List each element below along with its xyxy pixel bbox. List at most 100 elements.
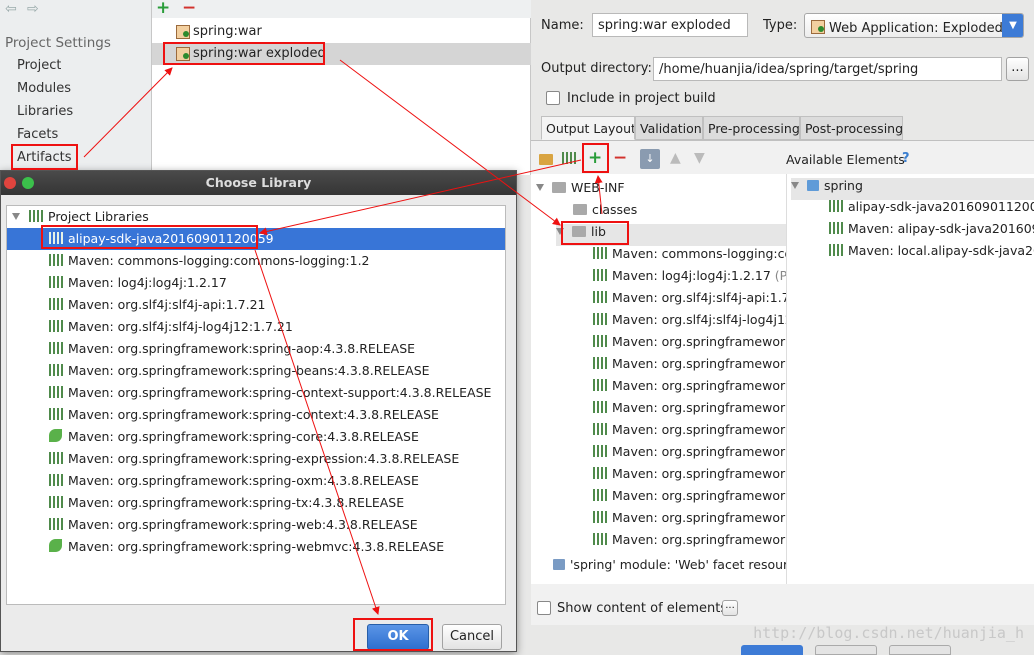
tab-post-processing[interactable]: Post-processing — [800, 116, 903, 140]
sort-icon[interactable]: ↓ — [640, 149, 660, 169]
available-item[interactable]: Maven: local.alipay-sdk-java2016 — [829, 243, 1034, 265]
move-down-icon[interactable]: ▼ — [694, 150, 705, 166]
lib-item[interactable]: Maven: org.springframework: — [593, 334, 797, 356]
lib-item-label: Maven: commons-logging:cor — [612, 246, 798, 261]
module-icon — [807, 180, 819, 191]
artifact-item-war-exploded[interactable]: spring:war exploded — [152, 43, 531, 65]
library-row[interactable]: Maven: org.springframework:spring-web:4.… — [7, 514, 505, 536]
lib-item-label: Maven: org.springframework: — [612, 444, 797, 459]
library-label: Maven: org.slf4j:slf4j-api:1.7.21 — [68, 297, 266, 312]
lib-item[interactable]: Maven: org.slf4j:slf4j-api:1.7.2 — [593, 290, 802, 312]
add-copy-icon[interactable]: + — [588, 150, 602, 167]
library-icon — [593, 533, 607, 545]
library-icon — [829, 200, 843, 212]
library-icon — [49, 298, 63, 310]
lib-item[interactable]: Maven: org.springframework: — [593, 444, 797, 466]
library-root[interactable]: Project Libraries — [7, 206, 505, 228]
type-value: Web Application: Exploded — [829, 21, 1003, 36]
library-row[interactable]: Maven: commons-logging:commons-logging:1… — [7, 250, 505, 272]
lib-item[interactable]: Maven: org.springframework: — [593, 378, 797, 400]
ok-button[interactable]: OK — [367, 624, 429, 650]
browse-button[interactable]: ... — [1006, 57, 1029, 81]
available-node-spring[interactable]: spring — [791, 178, 1034, 200]
artifact-item-war[interactable]: spring:war — [152, 21, 531, 43]
tree-node-facet-resource[interactable]: 'spring' module: 'Web' facet resource — [553, 557, 802, 579]
back-arrow-icon[interactable]: ⇦ — [5, 1, 17, 17]
sidebar-item-artifacts[interactable]: Artifacts — [17, 150, 72, 165]
add-artifact-icon[interactable]: + — [156, 0, 170, 17]
sidebar-item-modules[interactable]: Modules — [17, 81, 71, 96]
library-row[interactable]: Maven: org.springframework:spring-beans:… — [7, 360, 505, 382]
output-dir-field[interactable]: /home/huanjia/idea/spring/target/spring — [653, 57, 1002, 81]
move-up-icon[interactable]: ▲ — [670, 150, 681, 166]
include-build-checkbox[interactable] — [546, 91, 560, 105]
library-icon — [593, 511, 607, 523]
library-row[interactable]: Maven: org.springframework:spring-aop:4.… — [7, 338, 505, 360]
tab-output-layout[interactable]: Output Layout — [541, 116, 635, 140]
show-content-options-button[interactable]: ... — [722, 600, 738, 616]
chevron-down-icon[interactable]: ▼ — [1002, 14, 1023, 37]
partial-ok-button[interactable] — [741, 645, 803, 655]
available-item[interactable]: Maven: alipay-sdk-java20160901 — [829, 221, 1034, 243]
lib-item[interactable]: Maven: org.slf4j:slf4j-log4j12:1 — [593, 312, 805, 334]
type-combo[interactable]: Web Application: Exploded ▼ — [804, 13, 1024, 38]
output-layout-tree: WEB-INF classes lib Maven: commons-loggi… — [531, 174, 805, 584]
remove-element-icon[interactable]: − — [613, 150, 627, 167]
library-icon — [49, 496, 63, 508]
new-directory-icon[interactable] — [539, 154, 553, 165]
partial-cancel-button[interactable] — [815, 645, 877, 655]
tree-label: lib — [591, 224, 606, 239]
lib-item[interactable]: Maven: org.springframework: — [593, 400, 797, 422]
lib-item[interactable]: Maven: org.springframework: — [593, 532, 797, 554]
library-icon — [593, 445, 607, 457]
lib-item[interactable]: Maven: org.springframework: — [593, 422, 797, 444]
lib-item[interactable]: Maven: org.springframework: — [593, 466, 797, 488]
library-row[interactable]: Maven: org.springframework:spring-core:4… — [7, 426, 505, 448]
module-icon — [553, 559, 565, 570]
lib-item[interactable]: Maven: org.springframework: — [593, 488, 797, 510]
close-window-icon[interactable] — [4, 177, 16, 189]
library-row[interactable]: Maven: org.springframework:spring-tx:4.3… — [7, 492, 505, 514]
help-icon[interactable]: ? — [902, 151, 910, 166]
forward-arrow-icon[interactable]: ⇨ — [27, 1, 39, 17]
sidebar-item-libraries[interactable]: Libraries — [17, 104, 73, 119]
library-label: Maven: org.springframework:spring-core:4… — [68, 429, 419, 444]
library-row[interactable]: Maven: org.springframework:spring-webmvc… — [7, 536, 505, 558]
lib-item[interactable]: Maven: commons-logging:cor — [593, 246, 797, 268]
sidebar-item-facets[interactable]: Facets — [17, 127, 58, 142]
available-item[interactable]: alipay-sdk-java20160901120059 — [829, 199, 1034, 221]
tree-node-classes[interactable]: classes — [573, 202, 637, 224]
folder-icon — [572, 226, 586, 237]
library-row[interactable]: Maven: org.springframework:spring-contex… — [7, 382, 505, 404]
tree-node-lib[interactable]: lib — [556, 224, 786, 246]
library-root-label: Project Libraries — [48, 209, 149, 224]
library-icon — [593, 467, 607, 479]
library-icon — [593, 269, 607, 281]
library-row[interactable]: Maven: org.slf4j:slf4j-log4j12:1.7.21 — [7, 316, 505, 338]
lib-item-label: Maven: log4j:log4j:1.2.17 — [612, 268, 771, 283]
create-archive-icon[interactable] — [562, 152, 576, 164]
library-row-selected[interactable]: alipay-sdk-java20160901120059 — [7, 228, 505, 250]
type-label: Type: — [763, 18, 798, 33]
cancel-button[interactable]: Cancel — [442, 624, 502, 650]
maximize-window-icon[interactable] — [22, 177, 34, 189]
lib-item[interactable]: Maven: org.springframework: — [593, 356, 797, 378]
tab-validation[interactable]: Validation — [635, 116, 703, 140]
library-row[interactable]: Maven: org.springframework:spring-oxm:4.… — [7, 470, 505, 492]
library-label: Maven: org.springframework:spring-expres… — [68, 451, 460, 466]
library-row[interactable]: Maven: org.springframework:spring-contex… — [7, 404, 505, 426]
sidebar-item-project[interactable]: Project — [17, 58, 61, 73]
library-row[interactable]: Maven: log4j:log4j:1.2.17 — [7, 272, 505, 294]
tree-node-webinf[interactable]: WEB-INF — [536, 180, 625, 202]
library-row[interactable]: Maven: org.slf4j:slf4j-api:1.7.21 — [7, 294, 505, 316]
web-app-icon — [811, 20, 825, 34]
library-label: Maven: commons-logging:commons-logging:1… — [68, 253, 370, 268]
show-content-checkbox[interactable] — [537, 601, 551, 615]
partial-apply-button[interactable] — [889, 645, 951, 655]
lib-item[interactable]: Maven: org.springframework: — [593, 510, 797, 532]
tab-pre-processing[interactable]: Pre-processing — [703, 116, 800, 140]
library-row[interactable]: Maven: org.springframework:spring-expres… — [7, 448, 505, 470]
remove-artifact-icon[interactable]: − — [182, 0, 196, 17]
name-field[interactable]: spring:war exploded — [592, 13, 748, 37]
lib-item[interactable]: Maven: log4j:log4j:1.2.17 (Pro — [593, 268, 800, 290]
